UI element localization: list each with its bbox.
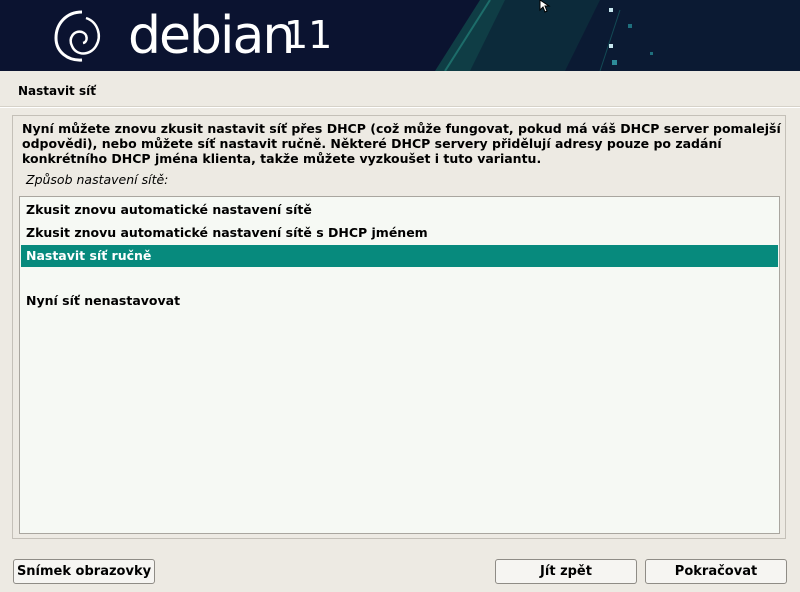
banner-decoration [435,0,800,71]
continue-button[interactable]: Pokračovat [645,559,787,584]
description-text: Nyní můžete znovu zkusit nastavit síť př… [22,121,781,166]
list-item-retry-auto[interactable]: Zkusit znovu automatické nastavení sítě [21,199,778,221]
header-banner: debian 11 [0,0,800,71]
list-item-manual-selected[interactable]: Nastavit síť ručně [21,245,778,267]
brand-logo-text: debian [128,6,295,66]
list-item-retry-auto-dhcp-name[interactable]: Zkusit znovu automatické nastavení sítě … [21,222,778,244]
list-label: Způsob nastavení sítě: [26,172,169,187]
version-number: 11 [284,13,333,57]
screenshot-button[interactable]: Snímek obrazovky [13,559,155,584]
list-item-skip-network[interactable]: Nyní síť nenastavovat [21,290,778,312]
network-method-list[interactable]: Zkusit znovu automatické nastavení sítě … [19,196,780,534]
list-item-blank [21,268,778,290]
mouse-pointer-icon [539,0,551,13]
page-title: Nastavit síť [18,84,96,98]
back-button[interactable]: Jít zpět [495,559,637,584]
debian-swirl-icon [54,10,100,62]
title-divider [0,106,800,108]
